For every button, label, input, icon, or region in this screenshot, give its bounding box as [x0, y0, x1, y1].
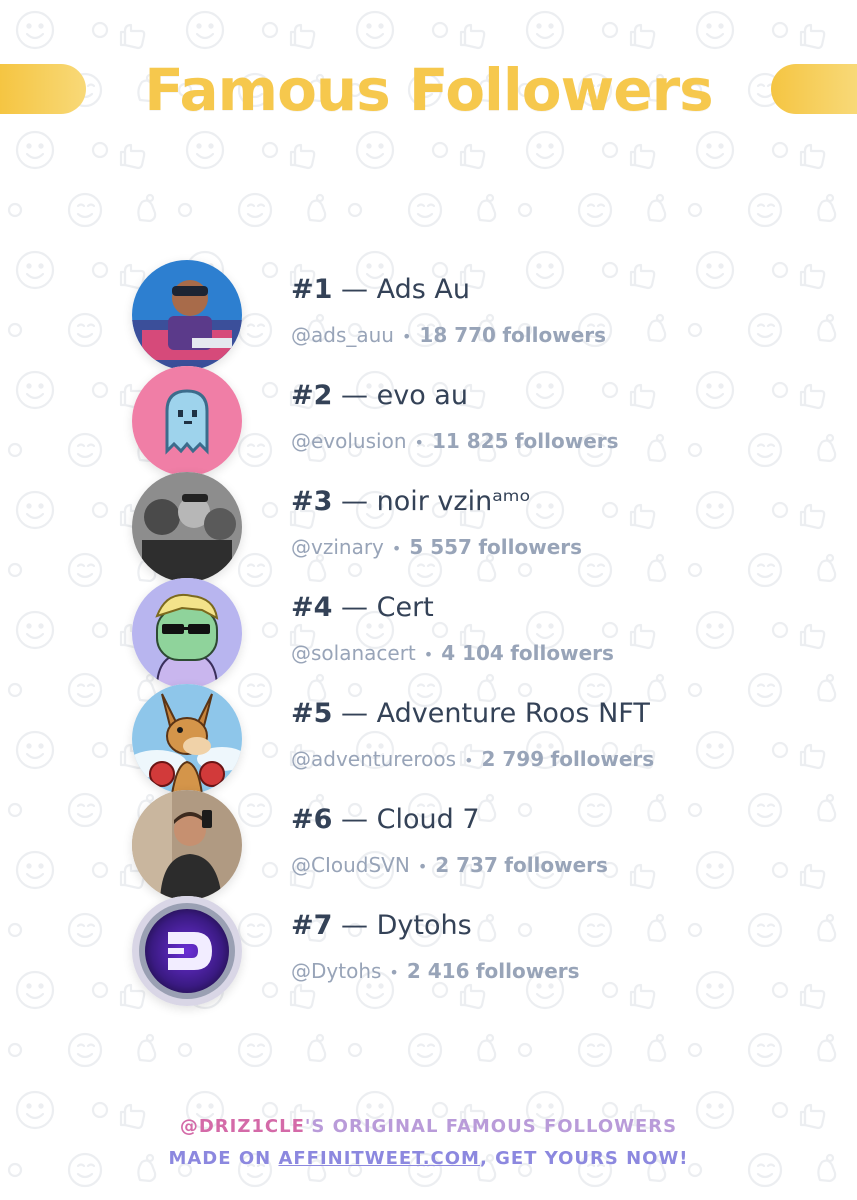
follower-meta: @ads_auu • 18 770 followers: [291, 323, 606, 347]
follower-name: Adventure Roos NFT: [376, 698, 650, 729]
follower-name: Cert: [376, 592, 434, 623]
avatar-cartoon-sunglasses-icon: [132, 578, 242, 688]
follower-rank: #1: [291, 274, 333, 305]
follower-title: #4 — Cert: [291, 592, 434, 623]
follower-name: Cloud 7: [376, 804, 480, 835]
follower-handle[interactable]: @solanacert: [291, 641, 416, 665]
followers-label: followers: [550, 747, 655, 771]
follower-title: #5 — Adventure Roos NFT: [291, 698, 650, 729]
follower-title: #2 — evo au: [291, 380, 468, 411]
footer-username[interactable]: @DRIZ1CLE: [180, 1116, 305, 1137]
follower-count: 11 825: [431, 429, 509, 453]
page-title: Famous Followers: [144, 56, 713, 124]
title-separator: —: [341, 804, 369, 835]
avatar-purple-d-logo-icon: [132, 896, 242, 1006]
avatar-fortnite-character-icon: [132, 260, 242, 370]
follower-handle[interactable]: @CIoudSVN: [291, 853, 410, 877]
follower-name: noir vzinᵃᵐᵒ: [376, 486, 531, 517]
follower-meta: @evolusion • 11 825 followers: [291, 429, 619, 453]
follower-name: evo au: [376, 380, 468, 411]
follower-name: Dytohs: [376, 910, 472, 941]
meta-dot: •: [391, 539, 402, 558]
follower-count: 5 557: [409, 535, 472, 559]
followers-label: followers: [478, 535, 583, 559]
follower-title: #3 — noir vzinᵃᵐᵒ: [291, 486, 531, 517]
avatar: [132, 896, 242, 1006]
follower-handle[interactable]: @ads_auu: [291, 323, 394, 347]
title-separator: —: [341, 486, 369, 517]
follower-row: #6 — Cloud 7 @CIoudSVN • 2 737 followers: [0, 790, 857, 900]
follower-meta: @Dytohs • 2 416 followers: [291, 959, 580, 983]
follower-row: #2 — evo au @evolusion • 11 825 followers: [0, 366, 857, 476]
title-separator: —: [341, 910, 369, 941]
meta-dot: •: [401, 327, 412, 346]
meta-dot: •: [389, 963, 399, 982]
avatar-group-photo-icon: [132, 472, 242, 582]
follower-count: 2 799: [481, 747, 545, 771]
follower-meta: @solanacert • 4 104 followers: [291, 641, 614, 665]
meta-dot: •: [464, 751, 474, 770]
follower-row: #1 — Ads Au @ads_auu • 18 770 followers: [0, 260, 857, 370]
follower-row: #5 — Adventure Roos NFT @adventureroos • 2…: [0, 684, 857, 794]
meta-dot: •: [414, 433, 424, 452]
follower-row: #4 — Cert @solanacert • 4 104 followers: [0, 578, 857, 688]
follower-row: #3 — noir vzinᵃᵐᵒ @vzinary • 5 557 followe…: [0, 472, 857, 582]
page-header: Famous Followers: [0, 56, 857, 124]
footer-cta: MADE ON AFFINITWEET.COM, GET YOURS NOW!: [0, 1148, 857, 1169]
footer-line2-prefix: MADE ON: [168, 1148, 279, 1169]
followers-label: followers: [475, 959, 580, 983]
followers-label: followers: [514, 429, 619, 453]
avatar: [132, 578, 242, 688]
title-separator: —: [341, 592, 369, 623]
followers-label: followers: [510, 641, 614, 665]
follower-count: 18 770: [419, 323, 496, 347]
followers-label: followers: [504, 853, 608, 877]
follower-meta: @CIoudSVN • 2 737 followers: [291, 853, 608, 877]
follower-name: Ads Au: [376, 274, 470, 305]
footer-credit: @DRIZ1CLE'S ORIGINAL FAMOUS FOLLOWERS: [0, 1116, 857, 1137]
follower-title: #1 — Ads Au: [291, 274, 470, 305]
follower-rank: #7: [291, 910, 333, 941]
avatar-pixel-ghost-icon: [132, 366, 242, 476]
follower-rank: #4: [291, 592, 333, 623]
follower-handle[interactable]: @vzinary: [291, 535, 384, 559]
avatar-kangaroo-boxer-icon: [132, 684, 242, 794]
follower-rank: #2: [291, 380, 333, 411]
follower-rank: #3: [291, 486, 333, 517]
affinitweet-link[interactable]: AFFINITWEET.COM: [278, 1148, 480, 1169]
follower-handle[interactable]: @adventureroos: [291, 747, 456, 771]
avatar: [132, 260, 242, 370]
follower-meta: @adventureroos • 2 799 followers: [291, 747, 654, 771]
follower-count: 2 416: [406, 959, 470, 983]
follower-title: #7 — Dytohs: [291, 910, 472, 941]
meta-dot: •: [423, 645, 434, 664]
follower-rank: #5: [291, 698, 333, 729]
follower-count: 2 737: [435, 853, 498, 877]
avatar: [132, 684, 242, 794]
avatar: [132, 790, 242, 900]
follower-title: #6 — Cloud 7: [291, 804, 480, 835]
avatar: [132, 472, 242, 582]
follower-row: #7 — Dytohs @Dytohs • 2 416 followers: [0, 896, 857, 1006]
title-separator: —: [341, 274, 369, 305]
meta-dot: •: [417, 857, 428, 876]
follower-count: 4 104: [441, 641, 504, 665]
follower-meta: @vzinary • 5 557 followers: [291, 535, 582, 559]
footer-line1-text: 'S ORIGINAL FAMOUS FOLLOWERS: [304, 1116, 678, 1137]
title-separator: —: [341, 698, 369, 729]
avatar-mirror-selfie-icon: [132, 790, 242, 900]
avatar: [132, 366, 242, 476]
follower-handle[interactable]: @Dytohs: [291, 959, 381, 983]
title-separator: —: [341, 380, 369, 411]
follower-rank: #6: [291, 804, 333, 835]
header-right-pill: [771, 64, 857, 114]
follower-handle[interactable]: @evolusion: [291, 429, 407, 453]
followers-label: followers: [502, 323, 607, 347]
footer-line2-suffix: , GET YOURS NOW!: [479, 1148, 689, 1169]
